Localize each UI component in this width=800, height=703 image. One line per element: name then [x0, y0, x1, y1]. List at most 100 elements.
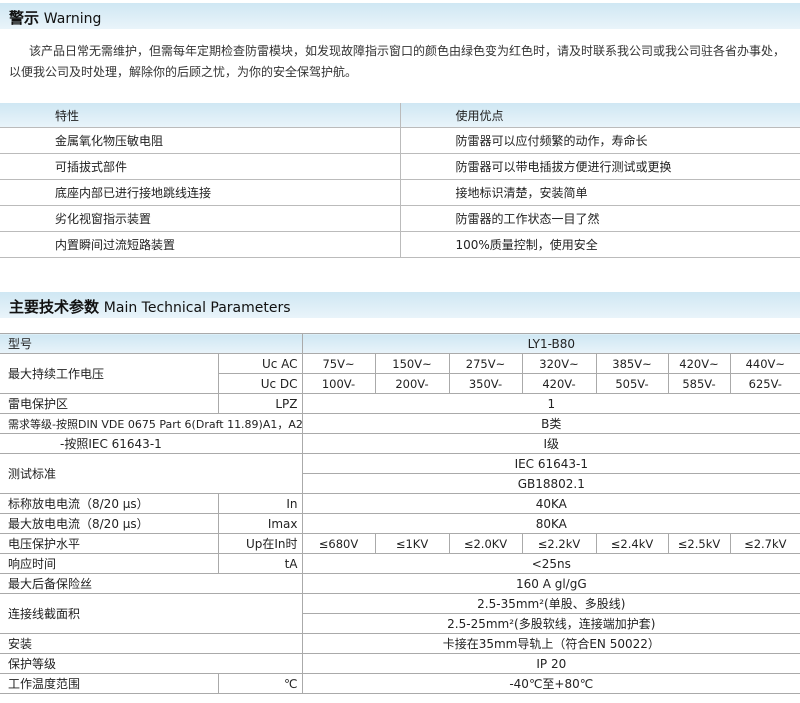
features-header-benefit: 使用优点: [400, 103, 800, 128]
feature-cell: 内置瞬间过流短路装置: [0, 231, 401, 258]
install-label: 安装: [0, 633, 303, 654]
table-row: 雷电保护区 LPZ 1: [0, 393, 800, 414]
temp-unit: ℃: [218, 673, 303, 694]
install-value: 卡接在35mm导轨上（符合EN 50022）: [302, 633, 800, 654]
benefit-cell: 100%质量控制，使用安全: [400, 231, 800, 258]
ac-value: 150V~: [375, 353, 450, 374]
temp-value: -40℃至+80℃: [302, 673, 800, 694]
standard-label: 测试标准: [0, 453, 303, 494]
benefit-cell: 防雷器的工作状态一目了然: [400, 205, 800, 232]
up-value: ≤2.2kV: [522, 533, 597, 554]
in-label: 标称放电电流（8/20 μs）: [0, 493, 219, 514]
table-row: 保护等级 IP 20: [0, 653, 800, 674]
table-row: 电压保护水平 Up在In时 ≤680V ≤1KV ≤2.0KV ≤2.2kV ≤…: [0, 533, 800, 554]
table-row: 响应时间 tA <25ns: [0, 553, 800, 574]
ip-label: 保护等级: [0, 653, 303, 674]
table-row: 最大持续工作电压 Uc AC 75V~ 150V~ 275V~ 320V~ 38…: [0, 353, 800, 394]
params-table: 型号 LY1-B80 最大持续工作电压 Uc AC 75V~ 150V~ 275…: [0, 333, 800, 694]
feature-cell: 劣化视窗指示装置: [0, 205, 401, 232]
voltage-label: 最大持续工作电压: [0, 353, 219, 394]
table-row: -按照IEC 61643-1 I级: [0, 433, 800, 454]
in-value: 40KA: [302, 493, 800, 514]
lpz-unit: LPZ: [218, 393, 303, 414]
benefit-cell: 防雷器可以应付频繁的动作，寿命长: [400, 127, 800, 154]
params-title-en: Main Technical Parameters: [103, 300, 291, 316]
req2-label: -按照IEC 61643-1: [0, 433, 303, 454]
table-row: 最大放电电流（8/20 μs） Imax 80KA: [0, 513, 800, 534]
feature-cell: 可插拔式部件: [0, 153, 401, 180]
up-value: ≤680V: [302, 533, 376, 554]
table-row: 需求等级-按照DIN VDE 0675 Part 6(Draft 11.89)A…: [0, 413, 800, 434]
dc-value: 100V-: [302, 373, 376, 394]
dc-value: 350V-: [449, 373, 523, 394]
ac-value: 440V~: [730, 353, 800, 374]
table-row: 型号 LY1-B80: [0, 333, 800, 354]
dc-value: 625V-: [730, 373, 800, 394]
up-value: ≤2.7kV: [730, 533, 800, 554]
features-table: 特性 使用优点 金属氧化物压敏电阻 防雷器可以应付频繁的动作，寿命长 可插拔式部…: [0, 103, 800, 258]
imax-unit: Imax: [218, 513, 303, 534]
table-row: 标称放电电流（8/20 μs） In 40KA: [0, 493, 800, 514]
table-row: 工作温度范围 ℃ -40℃至+80℃: [0, 673, 800, 694]
standard-value: IEC 61643-1: [302, 453, 800, 474]
wire-label: 连接线截面积: [0, 593, 303, 634]
fuse-value: 160 A gl/gG: [302, 573, 800, 594]
table-row: 底座内部已进行接地跳线连接 接地标识清楚，安装简单: [0, 179, 800, 206]
warning-header: 警示 Warning: [0, 3, 800, 29]
up-unit: Up在In时: [218, 533, 303, 554]
dc-value: 420V-: [522, 373, 597, 394]
req1-label: 需求等级-按照DIN VDE 0675 Part 6(Draft 11.89)A…: [0, 413, 303, 434]
imax-value: 80KA: [302, 513, 800, 534]
model-value: LY1-B80: [302, 333, 800, 354]
table-row: 测试标准 IEC 61643-1: [0, 453, 800, 494]
lpz-value: 1: [302, 393, 800, 414]
ac-value: 385V~: [596, 353, 669, 374]
dc-value: 505V-: [596, 373, 669, 394]
ac-value: 420V~: [668, 353, 731, 374]
benefit-cell: 接地标识清楚，安装简单: [400, 179, 800, 206]
feature-cell: 底座内部已进行接地跳线连接: [0, 179, 401, 206]
fuse-label: 最大后备保险丝: [0, 573, 303, 594]
dc-value: 585V-: [668, 373, 731, 394]
ac-value: 320V~: [522, 353, 597, 374]
up-value: ≤2.5kV: [668, 533, 731, 554]
voltage-ac-label: Uc AC: [218, 353, 303, 374]
table-row: 安装 卡接在35mm导轨上（符合EN 50022）: [0, 633, 800, 654]
warning-text: 该产品日常无需维护，但需每年定期检查防雷模块，如发现故障指示窗口的颜色由绿色变为…: [9, 44, 786, 79]
voltage-dc-label: Uc DC: [218, 373, 303, 394]
up-value: ≤1KV: [375, 533, 450, 554]
ac-value: 75V~: [302, 353, 376, 374]
lpz-label: 雷电保护区: [0, 393, 219, 414]
ip-value: IP 20: [302, 653, 800, 674]
ta-unit: tA: [218, 553, 303, 574]
params-title-cn: 主要技术参数: [9, 298, 100, 316]
table-row: 劣化视窗指示装置 防雷器的工作状态一目了然: [0, 205, 800, 232]
up-label: 电压保护水平: [0, 533, 219, 554]
ta-label: 响应时间: [0, 553, 219, 574]
ac-value: 275V~: [449, 353, 523, 374]
temp-label: 工作温度范围: [0, 673, 219, 694]
imax-label: 最大放电电流（8/20 μs）: [0, 513, 219, 534]
in-unit: In: [218, 493, 303, 514]
warning-title-cn: 警示: [9, 9, 40, 27]
table-row: 可插拔式部件 防雷器可以带电插拔方便进行测试或更换: [0, 153, 800, 180]
req1-value: B类: [302, 413, 800, 434]
dc-value: 200V-: [375, 373, 450, 394]
table-row: 连接线截面积 2.5-35mm²(单股、多股线): [0, 593, 800, 634]
model-label: 型号: [0, 333, 303, 354]
features-header-feature: 特性: [0, 103, 401, 128]
table-row: 内置瞬间过流短路装置 100%质量控制，使用安全: [0, 231, 800, 258]
wire-value: 2.5-25mm²(多股软线，连接端加护套): [302, 613, 800, 634]
params-header: 主要技术参数 Main Technical Parameters: [0, 292, 800, 318]
up-value: ≤2.4kV: [596, 533, 669, 554]
wire-value: 2.5-35mm²(单股、多股线): [302, 593, 800, 614]
ta-value: <25ns: [302, 553, 800, 574]
req2-value: I级: [302, 433, 800, 454]
feature-cell: 金属氧化物压敏电阻: [0, 127, 401, 154]
table-row: 金属氧化物压敏电阻 防雷器可以应付频繁的动作，寿命长: [0, 127, 800, 154]
features-header-row: 特性 使用优点: [0, 103, 800, 128]
benefit-cell: 防雷器可以带电插拔方便进行测试或更换: [400, 153, 800, 180]
up-value: ≤2.0KV: [449, 533, 523, 554]
table-row: 最大后备保险丝 160 A gl/gG: [0, 573, 800, 594]
standard-value: GB18802.1: [302, 473, 800, 494]
